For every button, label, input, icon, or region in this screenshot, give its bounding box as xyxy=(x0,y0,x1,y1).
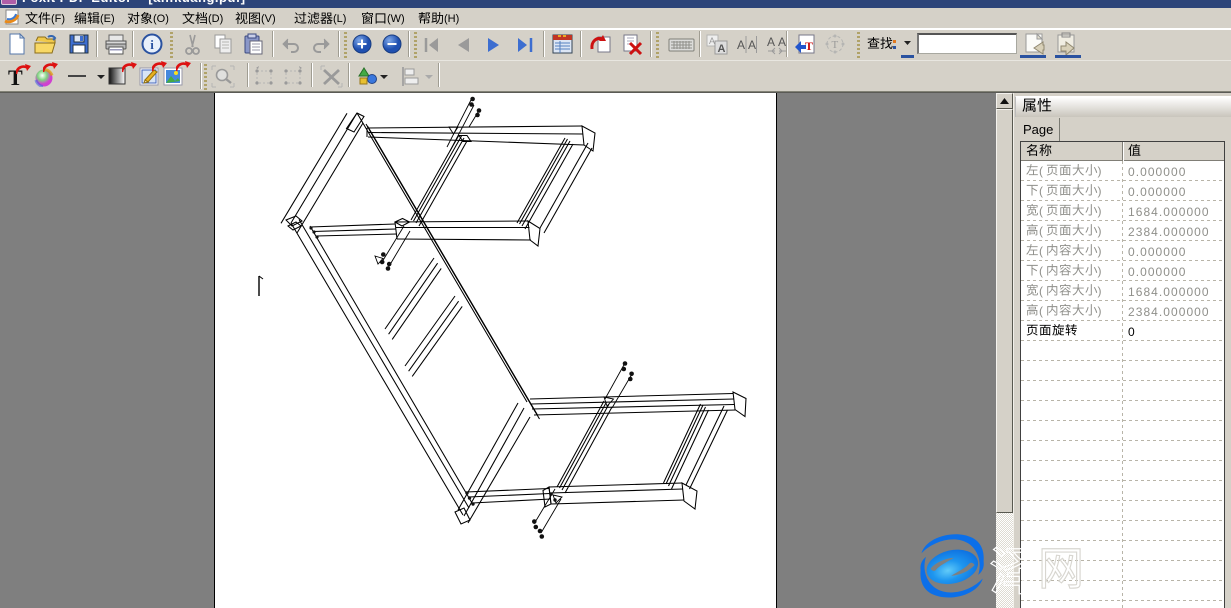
svg-text:A: A xyxy=(709,36,715,46)
svg-text:A: A xyxy=(767,35,775,49)
svg-text:A: A xyxy=(718,43,726,55)
svg-text:i: i xyxy=(150,37,154,52)
svg-text:A: A xyxy=(778,35,786,49)
svg-text:A: A xyxy=(737,38,745,52)
svg-text:T: T xyxy=(805,39,813,53)
svg-text:A: A xyxy=(748,38,756,52)
svg-text:T: T xyxy=(832,39,839,51)
